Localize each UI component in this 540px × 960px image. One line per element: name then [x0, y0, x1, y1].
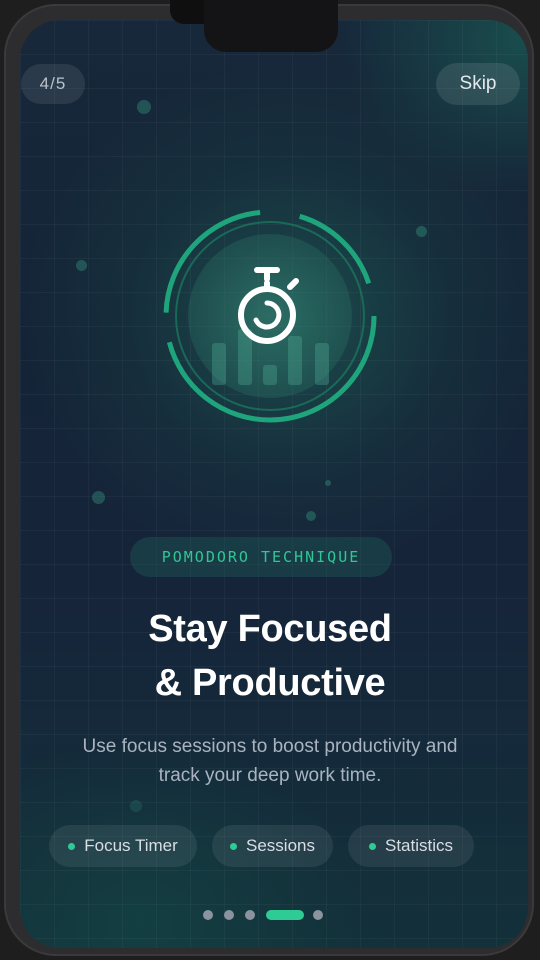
page-dot-5[interactable]: [313, 910, 323, 920]
page-dot-3[interactable]: [245, 910, 255, 920]
decor-dot: [416, 226, 427, 237]
phone-frame: [4, 4, 534, 956]
hero-illustration: [160, 206, 380, 426]
decor-dot: [137, 100, 151, 114]
onboarding-screen: [20, 20, 528, 948]
headline-line-1: Stay Focused: [148, 608, 392, 650]
page-dot-4-active[interactable]: [266, 910, 304, 920]
headline-line-2: & Productive: [154, 662, 386, 704]
category-tag: POMODORO TECHNIQUE: [130, 537, 392, 577]
decor-dot: [92, 491, 105, 504]
decor-dot: [130, 800, 142, 812]
description-text: Use focus sessions to boost productivity…: [40, 732, 500, 790]
feature-chip-label: Focus Timer: [84, 836, 178, 855]
feature-chip-sessions: Sessions: [212, 825, 333, 867]
background-grid: [20, 20, 528, 948]
decor-dot: [76, 260, 87, 271]
decor-dot: [306, 511, 316, 521]
feature-chip-statistics: Statistics: [348, 825, 474, 867]
description-line-1: Use focus sessions to boost productivity…: [82, 736, 458, 757]
page-dot-1[interactable]: [203, 910, 213, 920]
description-line-2: track your deep work time.: [158, 765, 382, 786]
feature-chip-label: Statistics: [384, 836, 454, 855]
page-indicator[interactable]: [203, 909, 325, 921]
feature-chip-label: Sessions: [246, 836, 315, 855]
step-indicator: 4/5: [21, 64, 85, 104]
skip-button[interactable]: Skip: [436, 63, 520, 105]
page-title: Stay Focused & Productive: [0, 602, 540, 710]
bullet-icon: [230, 842, 237, 850]
camera-notch: [204, 0, 338, 52]
feature-chip-focus-timer: Focus Timer: [49, 825, 197, 867]
stopwatch-hero-graphic: [163, 209, 377, 423]
bullet-icon: [68, 842, 76, 850]
bullet-icon: [368, 842, 376, 850]
page-dot-2[interactable]: [224, 910, 234, 920]
decor-dot: [325, 480, 331, 486]
